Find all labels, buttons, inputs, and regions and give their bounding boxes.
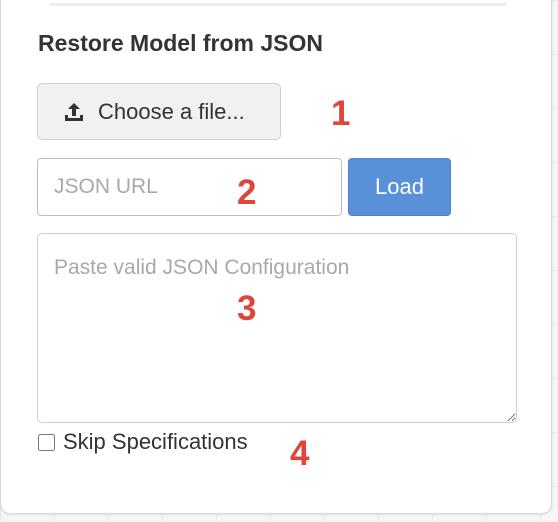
json-url-input[interactable] (37, 158, 342, 216)
annotation-badge-2: 2 (237, 173, 257, 212)
choose-file-label: Choose a file... (98, 98, 245, 124)
skip-specifications-row: Skip Specifications (37, 428, 248, 456)
annotation-badge-1: 1 (331, 94, 351, 133)
skip-specifications-checkbox[interactable] (38, 433, 55, 451)
annotation-badge-3: 3 (237, 289, 257, 328)
load-button[interactable]: Load (348, 158, 451, 216)
json-config-textarea[interactable] (37, 233, 517, 423)
annotation-badge-4: 4 (290, 434, 310, 473)
panel-title: Restore Model from JSON (38, 30, 323, 56)
skip-specifications-label: Skip Specifications (63, 429, 248, 454)
top-divider (50, 3, 507, 6)
choose-file-button[interactable]: Choose a file... (37, 83, 281, 140)
upload-icon (63, 101, 85, 123)
